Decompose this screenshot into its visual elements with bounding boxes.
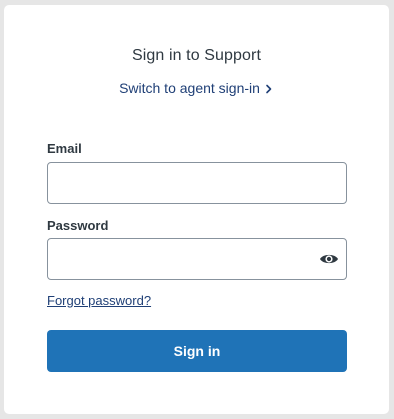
sign-in-button[interactable]: Sign in xyxy=(47,330,347,372)
chevron-right-icon xyxy=(266,84,272,94)
page-title: Sign in to Support xyxy=(132,47,261,64)
switch-to-agent-link[interactable]: Switch to agent sign-in xyxy=(4,80,389,96)
forgot-password-link[interactable]: Forgot password? xyxy=(47,293,151,308)
eye-icon[interactable] xyxy=(319,252,339,266)
email-label: Email xyxy=(47,141,82,156)
page-backdrop: Sign in to Support Switch to agent sign-… xyxy=(0,0,394,419)
password-field[interactable] xyxy=(47,238,347,280)
email-field[interactable] xyxy=(47,162,347,204)
switch-link-label: Switch to agent sign-in xyxy=(119,80,260,96)
password-label: Password xyxy=(47,218,109,233)
sign-in-card: Sign in to Support Switch to agent sign-… xyxy=(4,5,389,414)
